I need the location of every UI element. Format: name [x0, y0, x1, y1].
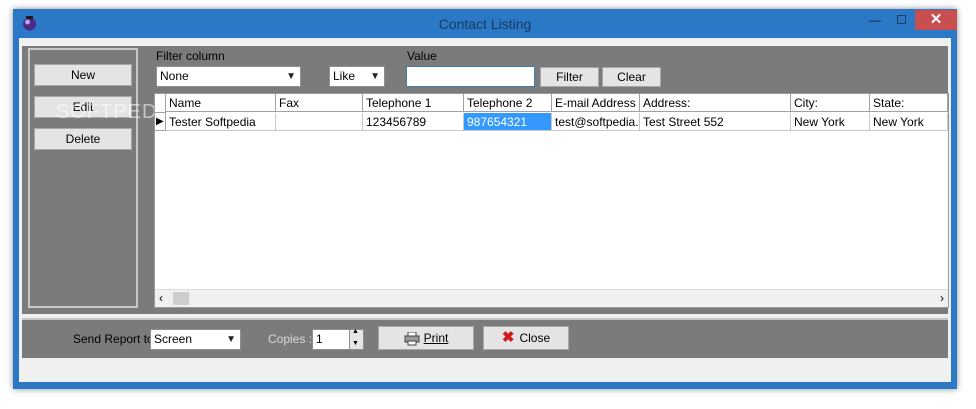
column-header-email[interactable]: E-mail Address [552, 94, 640, 112]
new-button[interactable]: New [34, 64, 132, 86]
window-title: Contact Listing [438, 16, 532, 32]
table-cell[interactable]: test@softpedia.com [552, 113, 640, 131]
table-cell-selected[interactable]: 987654321 [464, 113, 552, 131]
send-report-select[interactable]: Screen ▼ [150, 329, 241, 350]
spin-down-icon[interactable]: ▼ [352, 340, 359, 347]
filter-value-input[interactable] [406, 66, 535, 87]
column-header-city[interactable]: City: [791, 94, 870, 112]
close-icon[interactable]: ✕ [915, 10, 957, 30]
table-cell[interactable]: New York [870, 113, 948, 131]
table-cell[interactable]: 123456789 [363, 113, 464, 131]
send-report-label: Send Report to: [73, 332, 158, 346]
table-cell[interactable]: New York [791, 113, 870, 131]
status-bar [22, 360, 948, 379]
column-header-address[interactable]: Address: [640, 94, 791, 112]
red-x-icon: ✖ [501, 329, 515, 346]
top-panel: New Edit Delete SOFTPEDIA Filter column … [22, 46, 949, 314]
chevron-down-icon: ▼ [286, 71, 296, 82]
table-cell[interactable] [276, 113, 363, 131]
main-window: Contact Listing — ☐ ✕ New Edit Delete SO… [13, 9, 957, 389]
column-header-name[interactable]: Name [166, 94, 276, 112]
chevron-down-icon: ▼ [226, 334, 236, 345]
scrollbar-thumb[interactable] [173, 292, 189, 305]
column-header-telephone-2[interactable]: Telephone 2 [464, 94, 552, 112]
action-sidebar: New Edit Delete [28, 48, 138, 308]
filter-button[interactable]: Filter [540, 67, 599, 87]
send-report-value: Screen [154, 332, 193, 346]
copies-input[interactable]: 1 [312, 329, 350, 350]
table-cell[interactable]: Tester Softpedia [166, 113, 276, 131]
table-cell[interactable]: Test Street 552 [640, 113, 791, 131]
close-label: Close [519, 331, 551, 345]
contact-grid[interactable]: Name Fax Telephone 1 Telephone 2 E-mail … [154, 93, 949, 308]
filter-operator-select[interactable]: Like ▼ [329, 66, 385, 87]
copies-label: Copies : [268, 332, 313, 346]
report-panel: Send Report to: Screen ▼ Copies : 1 ▲ ▼ … [22, 318, 948, 358]
filter-operator-value: Like [333, 69, 356, 83]
column-header-state[interactable]: State: [870, 94, 948, 112]
close-button[interactable]: ✖ Close [483, 326, 569, 350]
chevron-down-icon: ▼ [370, 71, 380, 82]
maximize-icon[interactable]: ☐ [888, 10, 915, 30]
print-button[interactable]: Print [378, 326, 474, 350]
value-label: Value [407, 49, 437, 63]
filter-column-label: Filter column [156, 49, 225, 63]
filter-column-value: None [160, 69, 189, 83]
copies-spinner[interactable]: ▲ ▼ [349, 328, 364, 350]
current-row-arrow-icon: ▶ [156, 116, 164, 127]
row-selector[interactable]: ▶ [155, 113, 166, 131]
copies-value: 1 [316, 332, 323, 346]
scroll-right-icon[interactable]: › [940, 290, 944, 306]
grid-corner [155, 94, 166, 113]
column-header-telephone-1[interactable]: Telephone 1 [363, 94, 464, 112]
minimize-icon[interactable]: — [862, 10, 888, 30]
horizontal-scrollbar[interactable]: ‹ › [155, 289, 948, 307]
column-header-fax[interactable]: Fax [276, 94, 363, 112]
filter-column-select[interactable]: None ▼ [156, 66, 301, 87]
delete-button[interactable]: Delete [34, 128, 132, 150]
client-area: New Edit Delete SOFTPEDIA Filter column … [19, 38, 951, 382]
spin-up-icon[interactable]: ▲ [352, 328, 359, 335]
clear-button[interactable]: Clear [602, 67, 661, 87]
print-label: Print [423, 331, 449, 345]
printer-icon [404, 331, 420, 346]
title-bar[interactable]: Contact Listing — ☐ ✕ [13, 9, 957, 37]
scroll-left-icon[interactable]: ‹ [159, 290, 163, 306]
